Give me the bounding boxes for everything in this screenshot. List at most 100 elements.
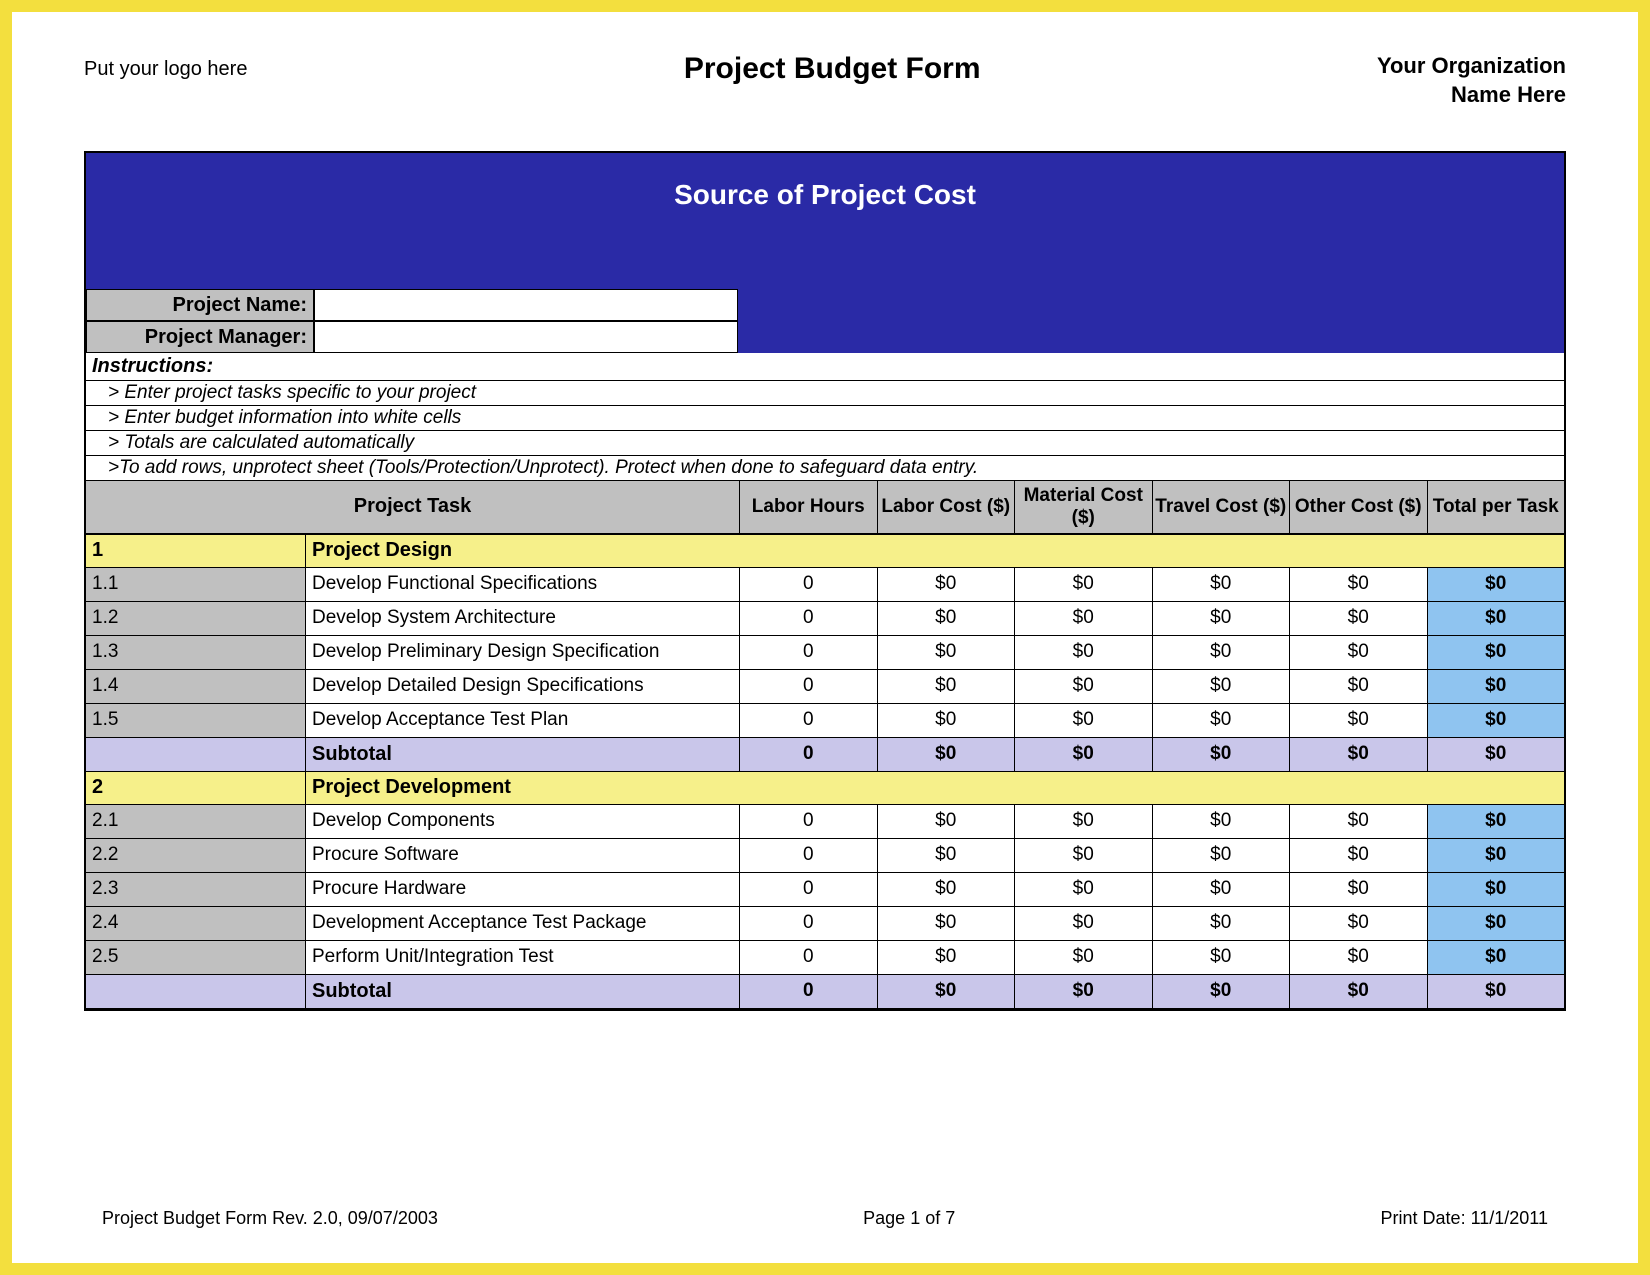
task-row: 2.5Perform Unit/Integration Test0$0$0$0$… [86, 941, 1564, 975]
row-total-cell: $0 [1428, 568, 1565, 601]
other-cost-cell[interactable]: $0 [1290, 839, 1428, 872]
task-name-cell[interactable]: Develop Acceptance Test Plan [306, 704, 740, 737]
subtotal-travel: $0 [1153, 738, 1291, 771]
subtotal-row: Subtotal0$0$0$0$0$0 [86, 975, 1564, 1009]
labor-hours-cell[interactable]: 0 [740, 704, 878, 737]
footer-page: Page 1 of 7 [863, 1208, 955, 1229]
travel-cost-cell[interactable]: $0 [1153, 704, 1291, 737]
subtotal-material: $0 [1015, 738, 1153, 771]
other-cost-cell[interactable]: $0 [1290, 704, 1428, 737]
labor-hours-cell[interactable]: 0 [740, 602, 878, 635]
task-name-cell[interactable]: Develop Detailed Design Specifications [306, 670, 740, 703]
labor-cost-cell[interactable]: $0 [878, 941, 1016, 974]
task-id: 2.2 [86, 839, 306, 872]
subtotal-material: $0 [1015, 975, 1153, 1008]
task-name-cell[interactable]: Develop Components [306, 805, 740, 838]
travel-cost-cell[interactable]: $0 [1153, 839, 1291, 872]
subtotal-other: $0 [1290, 738, 1428, 771]
org-name: Your Organization Name Here [1377, 52, 1566, 109]
task-id: 2.3 [86, 873, 306, 906]
labor-hours-cell[interactable]: 0 [740, 636, 878, 669]
task-name-cell[interactable]: Perform Unit/Integration Test [306, 941, 740, 974]
task-row: 2.2Procure Software0$0$0$0$0$0 [86, 839, 1564, 873]
material-cost-cell[interactable]: $0 [1015, 568, 1153, 601]
labor-cost-cell[interactable]: $0 [878, 670, 1016, 703]
travel-cost-cell[interactable]: $0 [1153, 636, 1291, 669]
other-cost-cell[interactable]: $0 [1290, 907, 1428, 940]
material-cost-cell[interactable]: $0 [1015, 907, 1153, 940]
material-cost-cell[interactable]: $0 [1015, 941, 1153, 974]
project-manager-input[interactable] [314, 321, 738, 353]
travel-cost-cell[interactable]: $0 [1153, 670, 1291, 703]
other-cost-cell[interactable]: $0 [1290, 873, 1428, 906]
task-id: 2.5 [86, 941, 306, 974]
subtotal-spacer [86, 975, 306, 1008]
project-manager-label: Project Manager: [86, 321, 314, 353]
labor-hours-cell[interactable]: 0 [740, 941, 878, 974]
task-name-cell[interactable]: Develop Preliminary Design Specification [306, 636, 740, 669]
labor-cost-cell[interactable]: $0 [878, 873, 1016, 906]
instruction-line: >To add rows, unprotect sheet (Tools/Pro… [86, 456, 1564, 481]
section-id: 2 [86, 772, 306, 804]
task-id: 2.1 [86, 805, 306, 838]
labor-cost-cell[interactable]: $0 [878, 568, 1016, 601]
subtotal-total: $0 [1428, 975, 1565, 1008]
other-cost-cell[interactable]: $0 [1290, 636, 1428, 669]
labor-cost-cell[interactable]: $0 [878, 907, 1016, 940]
subtotal-hours: 0 [740, 738, 878, 771]
subtotal-other: $0 [1290, 975, 1428, 1008]
travel-cost-cell[interactable]: $0 [1153, 907, 1291, 940]
labor-cost-cell[interactable]: $0 [878, 704, 1016, 737]
labor-cost-cell[interactable]: $0 [878, 602, 1016, 635]
col-header-total: Total per Task [1428, 481, 1565, 533]
task-row: 1.3Develop Preliminary Design Specificat… [86, 636, 1564, 670]
travel-cost-cell[interactable]: $0 [1153, 941, 1291, 974]
subtotal-hours: 0 [740, 975, 878, 1008]
labor-hours-cell[interactable]: 0 [740, 670, 878, 703]
section-name: Project Design [306, 535, 1564, 567]
material-cost-cell[interactable]: $0 [1015, 704, 1153, 737]
task-name-cell[interactable]: Procure Hardware [306, 873, 740, 906]
task-id: 1.3 [86, 636, 306, 669]
other-cost-cell[interactable]: $0 [1290, 670, 1428, 703]
material-cost-cell[interactable]: $0 [1015, 873, 1153, 906]
project-name-label: Project Name: [86, 289, 314, 321]
labor-cost-cell[interactable]: $0 [878, 805, 1016, 838]
other-cost-cell[interactable]: $0 [1290, 568, 1428, 601]
task-name-cell[interactable]: Develop Functional Specifications [306, 568, 740, 601]
logo-placeholder: Put your logo here [84, 52, 247, 81]
material-cost-cell[interactable]: $0 [1015, 805, 1153, 838]
other-cost-cell[interactable]: $0 [1290, 602, 1428, 635]
travel-cost-cell[interactable]: $0 [1153, 805, 1291, 838]
project-name-input[interactable] [314, 289, 738, 321]
other-cost-cell[interactable]: $0 [1290, 941, 1428, 974]
subtotal-row: Subtotal0$0$0$0$0$0 [86, 738, 1564, 772]
labor-hours-cell[interactable]: 0 [740, 907, 878, 940]
travel-cost-cell[interactable]: $0 [1153, 873, 1291, 906]
col-header-labor-cost: Labor Cost ($) [878, 481, 1016, 533]
task-name-cell[interactable]: Procure Software [306, 839, 740, 872]
subtotal-label: Subtotal [306, 975, 740, 1008]
material-cost-cell[interactable]: $0 [1015, 839, 1153, 872]
task-id: 2.4 [86, 907, 306, 940]
instruction-line: > Enter budget information into white ce… [86, 406, 1564, 431]
task-name-cell[interactable]: Develop System Architecture [306, 602, 740, 635]
labor-cost-cell[interactable]: $0 [878, 839, 1016, 872]
material-cost-cell[interactable]: $0 [1015, 670, 1153, 703]
task-name-cell[interactable]: Development Acceptance Test Package [306, 907, 740, 940]
row-total-cell: $0 [1428, 873, 1565, 906]
travel-cost-cell[interactable]: $0 [1153, 602, 1291, 635]
material-cost-cell[interactable]: $0 [1015, 636, 1153, 669]
project-name-row: Project Name: [86, 289, 738, 321]
row-total-cell: $0 [1428, 805, 1565, 838]
labor-hours-cell[interactable]: 0 [740, 805, 878, 838]
material-cost-cell[interactable]: $0 [1015, 602, 1153, 635]
travel-cost-cell[interactable]: $0 [1153, 568, 1291, 601]
labor-hours-cell[interactable]: 0 [740, 873, 878, 906]
labor-cost-cell[interactable]: $0 [878, 636, 1016, 669]
labor-hours-cell[interactable]: 0 [740, 839, 878, 872]
task-row: 2.4Development Acceptance Test Package0$… [86, 907, 1564, 941]
labor-hours-cell[interactable]: 0 [740, 568, 878, 601]
other-cost-cell[interactable]: $0 [1290, 805, 1428, 838]
section-name: Project Development [306, 772, 1564, 804]
